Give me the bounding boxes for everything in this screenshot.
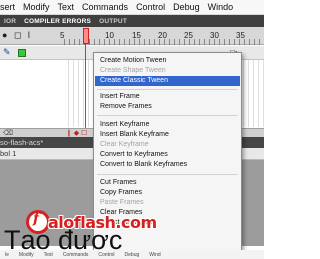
bottom-menu-item[interactable]: Wind [144,252,165,258]
timeline-ruler[interactable]: ● ◻ l 5 10 15 20 25 30 35 [0,27,264,45]
ruler-ticks [64,39,264,45]
panel-tab-bar: IOR COMPILER ERRORS OUTPUT [0,15,264,27]
playhead-line [85,44,86,136]
menu-control[interactable]: Control [132,1,169,14]
bottom-menu-item[interactable]: Text [39,252,58,258]
menu-modify[interactable]: Modify [19,1,54,14]
bottom-menu-item[interactable]: le [0,252,14,258]
onion-skin-icons[interactable]: ❙ ◆ ☐ [66,129,87,137]
menu-item-convert-to-blank-keyframes[interactable]: Convert to Blank Keyframes [95,160,240,170]
layer-color-swatch[interactable] [18,49,26,57]
menu-item-create-shape-tween: Create Shape Tween [100,67,166,74]
bottom-menu-item[interactable]: Debug [120,252,145,258]
tab-editor[interactable]: IOR [0,18,20,25]
menu-item-cut-frames[interactable]: Cut Frames [95,178,240,188]
menu-item-convert-to-keyframes[interactable]: Convert to Keyframes [95,150,240,160]
menu-item-clear-keyframe: Clear Keyframe [100,141,149,148]
menu-item-create-classic-tween[interactable]: Create Classic Tween [95,76,240,86]
bottom-menu-item[interactable]: Control [93,252,119,258]
menu-item-insert-keyframe[interactable]: Insert Keyframe [95,120,240,130]
playhead-handle[interactable] [83,28,89,44]
menu-debug[interactable]: Debug [169,1,204,14]
menu-separator [97,174,238,175]
menu-item-create-motion-tween[interactable]: Create Motion Tween [95,56,240,66]
menu-item-insert-frame[interactable]: Insert Frame [95,92,240,102]
menu-commands[interactable]: Commands [78,1,132,14]
menu-item-insert-blank-keyframe[interactable]: Insert Blank Keyframe [95,130,240,140]
app-menu-bar: sert Modify Text Commands Control Debug … [0,0,264,15]
bottom-menu-strip: le Modify Text Commands Control Debug Wi… [0,250,264,259]
menu-item-remove-frames[interactable]: Remove Frames [95,102,240,112]
scene-breadcrumb[interactable]: bol 1 [0,148,16,160]
menu-insert[interactable]: sert [0,1,19,14]
menu-window[interactable]: Windo [204,1,238,14]
bottom-menu-item[interactable]: Commands [58,252,94,258]
menu-separator [97,115,238,116]
tab-output[interactable]: OUTPUT [95,18,131,25]
bottom-menu-item[interactable]: Modify [14,252,39,258]
tab-compiler-errors[interactable]: COMPILER ERRORS [20,18,95,25]
pencil-icon[interactable]: ✎ [3,47,11,58]
menu-separator [97,89,238,90]
delete-layer-icon[interactable]: ⌫ [3,129,13,137]
layer-toggle-icons[interactable]: ● ◻ l [2,30,32,41]
menu-text[interactable]: Text [54,1,79,14]
document-tab[interactable]: so-flash-acs* [0,137,43,148]
menu-item-paste-frames: Paste Frames [100,199,144,206]
menu-item-copy-frames[interactable]: Copy Frames [95,188,240,198]
